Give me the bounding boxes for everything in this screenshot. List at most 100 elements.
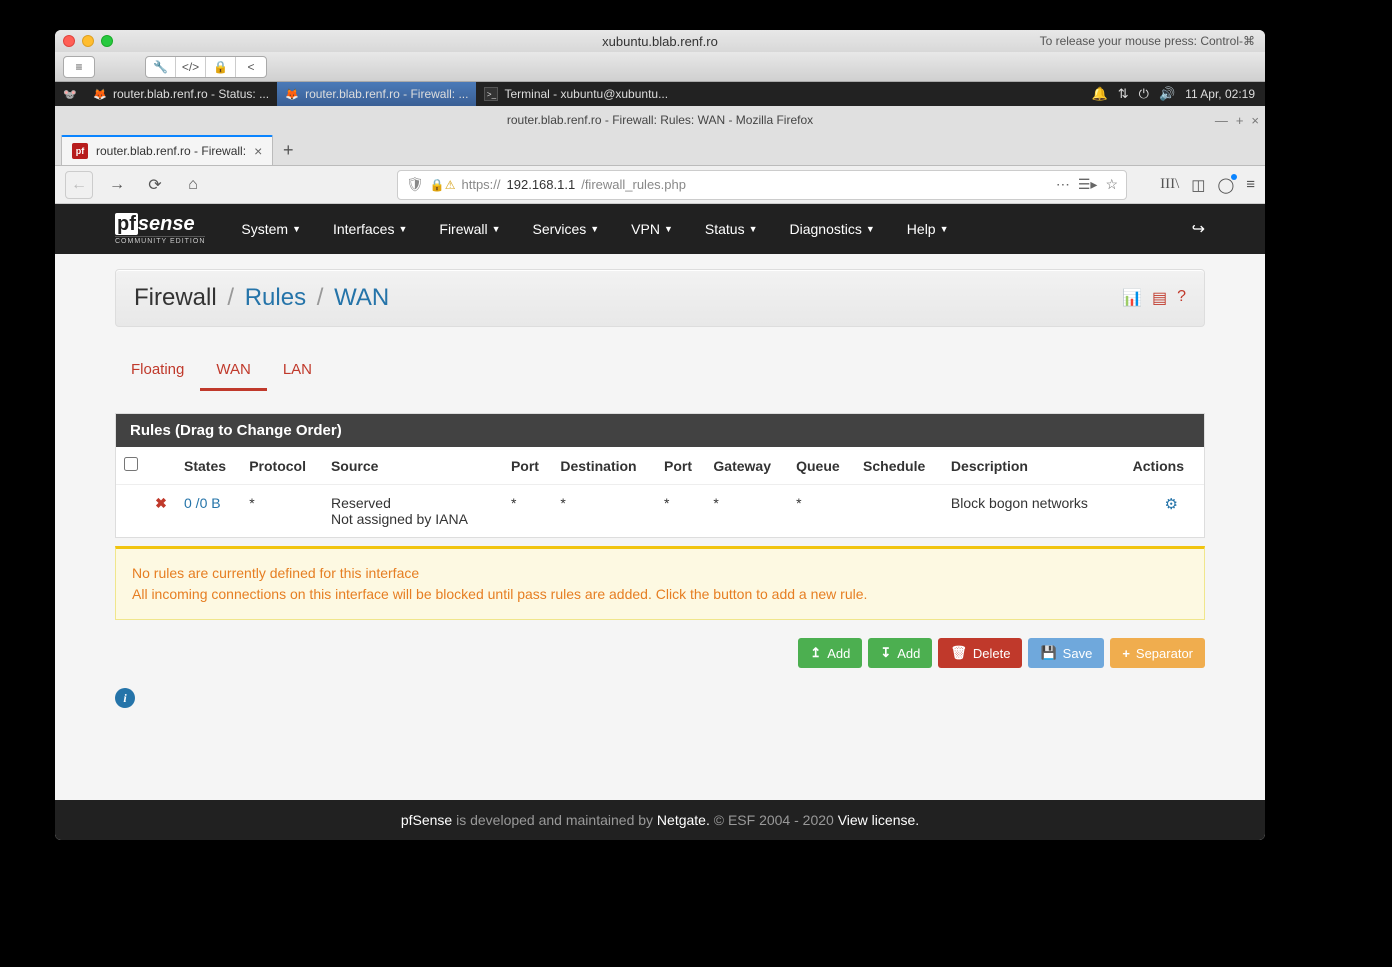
mouse-icon: 🐭	[63, 87, 77, 101]
volume-icon[interactable]: 🔊	[1159, 86, 1175, 102]
menu-diagnostics[interactable]: Diagnostics▼	[774, 204, 891, 254]
save-button[interactable]: 💾Save	[1028, 638, 1104, 668]
cell-schedule	[855, 485, 943, 538]
page-action-icon[interactable]: ⋯	[1056, 176, 1070, 193]
bookmark-icon[interactable]: ☆	[1105, 176, 1118, 193]
menu-system[interactable]: System▼	[225, 204, 317, 254]
logo-subtitle: COMMUNITY EDITION	[115, 236, 205, 245]
tab-lan[interactable]: LAN	[267, 351, 328, 391]
col-actions: Actions	[1115, 447, 1204, 485]
col-queue: Queue	[788, 447, 855, 485]
select-all-checkbox[interactable]	[124, 457, 138, 471]
taskbar-app-menu[interactable]: 🐭	[55, 82, 85, 106]
pfsense-favicon-icon: pf	[72, 143, 88, 159]
table-row[interactable]: ✖ 0 /0 B * Reserved Not assigned by IANA…	[116, 485, 1204, 538]
firefox-title: router.blab.renf.ro - Firewall: Rules: W…	[55, 113, 1265, 127]
lock-warning-icon[interactable]: 🔒⚠	[430, 178, 456, 192]
pfsense-footer: pfSense is developed and maintained by N…	[55, 800, 1265, 840]
footer-netgate[interactable]: Netgate.	[657, 812, 710, 828]
firefox-titlebar: router.blab.renf.ro - Firewall: Rules: W…	[55, 106, 1265, 134]
col-gateway: Gateway	[705, 447, 788, 485]
power-icon[interactable]: ⏻	[1139, 86, 1149, 102]
menu-services[interactable]: Services▼	[517, 204, 616, 254]
breadcrumb-rules[interactable]: Rules	[245, 284, 306, 311]
vm-window: xubuntu.blab.renf.ro To release your mou…	[55, 30, 1265, 840]
menu-interfaces[interactable]: Interfaces▼	[317, 204, 423, 254]
window-close-button[interactable]: ×	[1251, 113, 1259, 128]
url-path: /firewall_rules.php	[581, 177, 686, 192]
page-content: pfsense COMMUNITY EDITION System▼ Interf…	[55, 204, 1265, 840]
help-icon[interactable]: ?	[1177, 288, 1186, 308]
plus-icon: +	[1122, 646, 1130, 661]
taskbar-terminal[interactable]: >_ Terminal - xubuntu@xubuntu...	[476, 82, 676, 106]
toolbar-lock-button[interactable]: 🔒	[206, 57, 236, 77]
menu-vpn[interactable]: VPN▼	[615, 204, 689, 254]
logout-button[interactable]: ↪	[1192, 219, 1205, 239]
arrow-down-icon: ↧	[880, 645, 891, 661]
nav-reload-button[interactable]: ⟳	[141, 171, 169, 199]
breadcrumb-firewall[interactable]: Firewall	[134, 284, 217, 311]
col-source: Source	[323, 447, 503, 485]
footer-license-link[interactable]: View license.	[838, 812, 919, 828]
states-link[interactable]: 0 /0 B	[184, 495, 221, 511]
no-rules-alert: No rules are currently defined for this …	[115, 546, 1205, 620]
tab-wan[interactable]: WAN	[200, 351, 266, 391]
col-destination: Destination	[552, 447, 656, 485]
nav-forward-button[interactable]: →	[103, 171, 131, 199]
tab-close-button[interactable]: ×	[254, 143, 262, 159]
account-icon[interactable]: ◯	[1217, 176, 1234, 194]
toolbar-seg-2: 🔧 </> 🔒 <	[145, 56, 267, 78]
status-log-icon[interactable]: ▤	[1152, 288, 1167, 308]
taskbar-firefox-status[interactable]: 🦊 router.blab.renf.ro - Status: ...	[85, 82, 277, 106]
menu-help[interactable]: Help▼	[891, 204, 965, 254]
reader-icon[interactable]: ☰▸	[1078, 176, 1098, 193]
separator-button[interactable]: +Separator	[1110, 638, 1205, 668]
alert-line-2: All incoming connections on this interfa…	[132, 584, 1188, 605]
col-description: Description	[943, 447, 1115, 485]
menu-icon[interactable]: ≡	[1246, 176, 1255, 194]
notification-icon[interactable]: 🔔	[1092, 86, 1108, 102]
cell-description: Block bogon networks	[943, 485, 1115, 538]
toolbar-wrench-button[interactable]: 🔧	[146, 57, 176, 77]
browser-tab[interactable]: pf router.blab.renf.ro - Firewall: ×	[61, 135, 273, 165]
trash-icon: 🗑	[950, 645, 967, 661]
col-states: States	[176, 447, 241, 485]
shield-icon[interactable]: 🛡	[406, 176, 424, 193]
pfsense-logo[interactable]: pfsense COMMUNITY EDITION	[115, 213, 205, 245]
taskbar-firefox-firewall[interactable]: 🦊 router.blab.renf.ro - Firewall: ...	[277, 82, 476, 106]
menu-status[interactable]: Status▼	[689, 204, 774, 254]
taskbar-app-label: router.blab.renf.ro - Status: ...	[113, 87, 269, 101]
mac-titlebar: xubuntu.blab.renf.ro To release your mou…	[55, 30, 1265, 52]
window-maximize-button[interactable]: +	[1236, 113, 1244, 128]
network-icon[interactable]: ⇅	[1118, 86, 1129, 102]
tab-floating[interactable]: Floating	[115, 351, 200, 391]
delete-button[interactable]: 🗑Delete	[938, 638, 1022, 668]
rules-table: States Protocol Source Port Destination …	[116, 447, 1204, 537]
library-icon[interactable]: III\	[1160, 176, 1179, 194]
add-bottom-button[interactable]: ↧Add	[868, 638, 932, 668]
info-icon[interactable]: i	[115, 688, 135, 708]
window-minimize-button[interactable]: —	[1215, 113, 1228, 128]
toolbar-code-button[interactable]: </>	[176, 57, 206, 77]
col-port2: Port	[656, 447, 705, 485]
nav-back-button[interactable]: ←	[65, 171, 93, 199]
menu-firewall[interactable]: Firewall▼	[423, 204, 516, 254]
cell-queue: *	[788, 485, 855, 538]
breadcrumb-wan[interactable]: WAN	[334, 284, 389, 311]
col-schedule: Schedule	[855, 447, 943, 485]
toolbar-hamburger-button[interactable]: ≡	[64, 57, 94, 77]
firefox-navbar: ← → ⟳ ⌂ 🛡 🔒⚠ https://192.168.1.1/firewal…	[55, 166, 1265, 204]
gear-icon[interactable]: ⚙	[1165, 496, 1178, 513]
toolbar-back-button[interactable]: <	[236, 57, 266, 77]
new-tab-button[interactable]: +	[273, 135, 303, 165]
sidebar-icon[interactable]: ◫	[1191, 176, 1205, 194]
url-proto: https://	[461, 177, 500, 192]
status-chart-icon[interactable]: 📊	[1122, 288, 1142, 308]
nav-home-button[interactable]: ⌂	[179, 171, 207, 199]
arrow-up-icon: ↥	[810, 645, 821, 661]
page-header: Firewall / Rules / WAN 📊 ▤ ?	[115, 269, 1205, 327]
url-bar[interactable]: 🛡 🔒⚠ https://192.168.1.1/firewall_rules.…	[397, 170, 1127, 200]
cell-source: Reserved Not assigned by IANA	[323, 485, 503, 538]
clock[interactable]: 11 Apr, 02:19	[1185, 87, 1255, 101]
add-top-button[interactable]: ↥Add	[798, 638, 862, 668]
